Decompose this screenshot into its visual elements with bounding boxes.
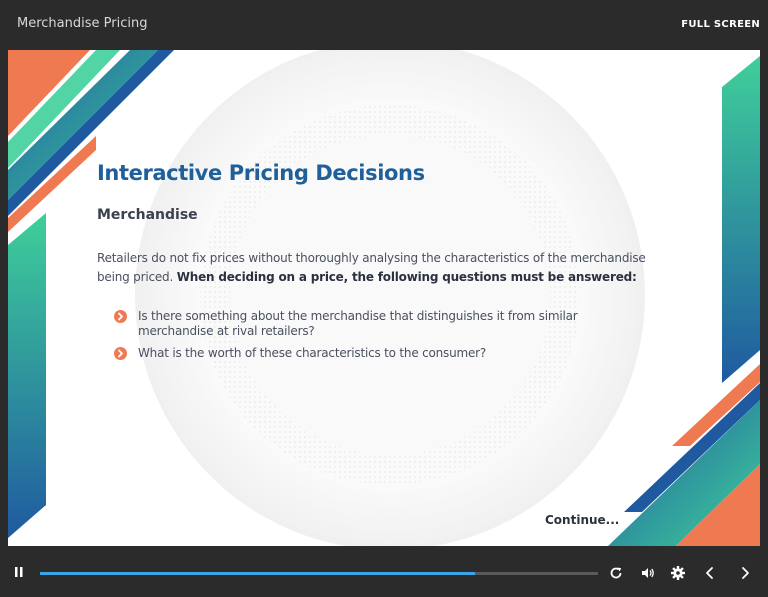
- intro-paragraph: Retailers do not fix prices without thor…: [97, 249, 677, 287]
- top-bar: Merchandise Pricing FULL SCREEN: [0, 0, 768, 48]
- settings-gear-icon[interactable]: [670, 565, 686, 586]
- list-item-text: Is there something about the merchandise…: [138, 309, 578, 338]
- list-item: What is the worth of these characteristi…: [114, 346, 654, 361]
- stripe-right-upper: [722, 56, 760, 383]
- list-item: Is there something about the merchandise…: [114, 309, 654, 339]
- slide-heading: Interactive Pricing Decisions: [97, 161, 425, 185]
- intro-bold-text: When deciding on a price, the following …: [176, 270, 637, 284]
- chevron-right-bullet-icon: [114, 310, 127, 323]
- player-controls: [0, 548, 768, 597]
- continue-button[interactable]: Continue...: [545, 513, 619, 527]
- list-item-text: What is the worth of these characteristi…: [138, 346, 487, 360]
- slide-canvas: Interactive Pricing Decisions Merchandis…: [8, 50, 760, 546]
- next-chevron-icon[interactable]: [738, 565, 752, 586]
- volume-icon[interactable]: [640, 565, 656, 586]
- replay-icon[interactable]: [608, 565, 624, 586]
- pause-icon[interactable]: [13, 565, 25, 584]
- progress-fill: [40, 572, 476, 575]
- slide-subheading: Merchandise: [97, 207, 198, 223]
- slide-decoration: [8, 50, 760, 546]
- fullscreen-button[interactable]: FULL SCREEN: [681, 19, 760, 30]
- course-title: Merchandise Pricing: [17, 16, 148, 31]
- previous-chevron-icon[interactable]: [703, 565, 717, 586]
- chevron-right-bullet-icon: [114, 347, 127, 360]
- progress-bar[interactable]: [40, 572, 598, 575]
- question-list: Is there something about the merchandise…: [114, 309, 654, 368]
- stripe-left-long: [8, 213, 46, 538]
